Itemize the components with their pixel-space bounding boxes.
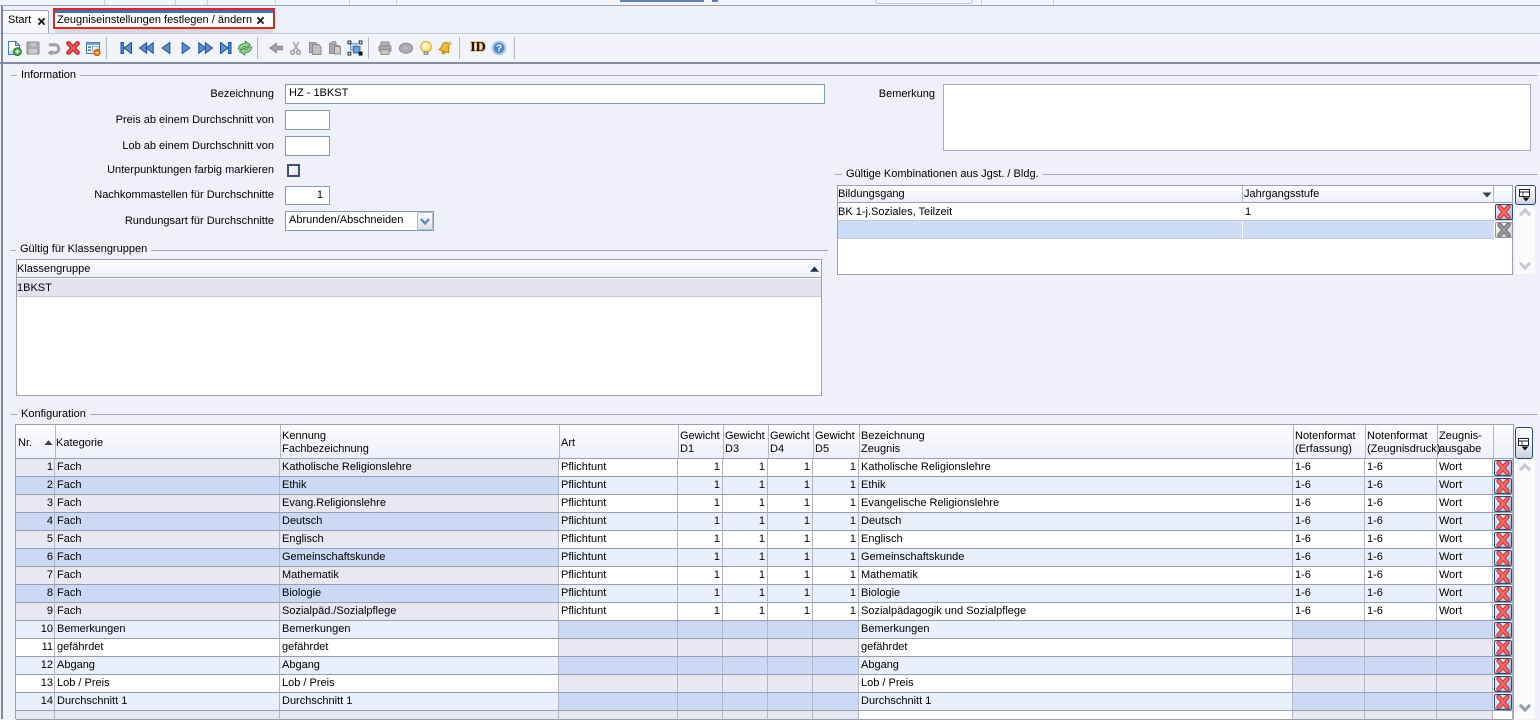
svg-text:?: ? xyxy=(496,43,502,54)
